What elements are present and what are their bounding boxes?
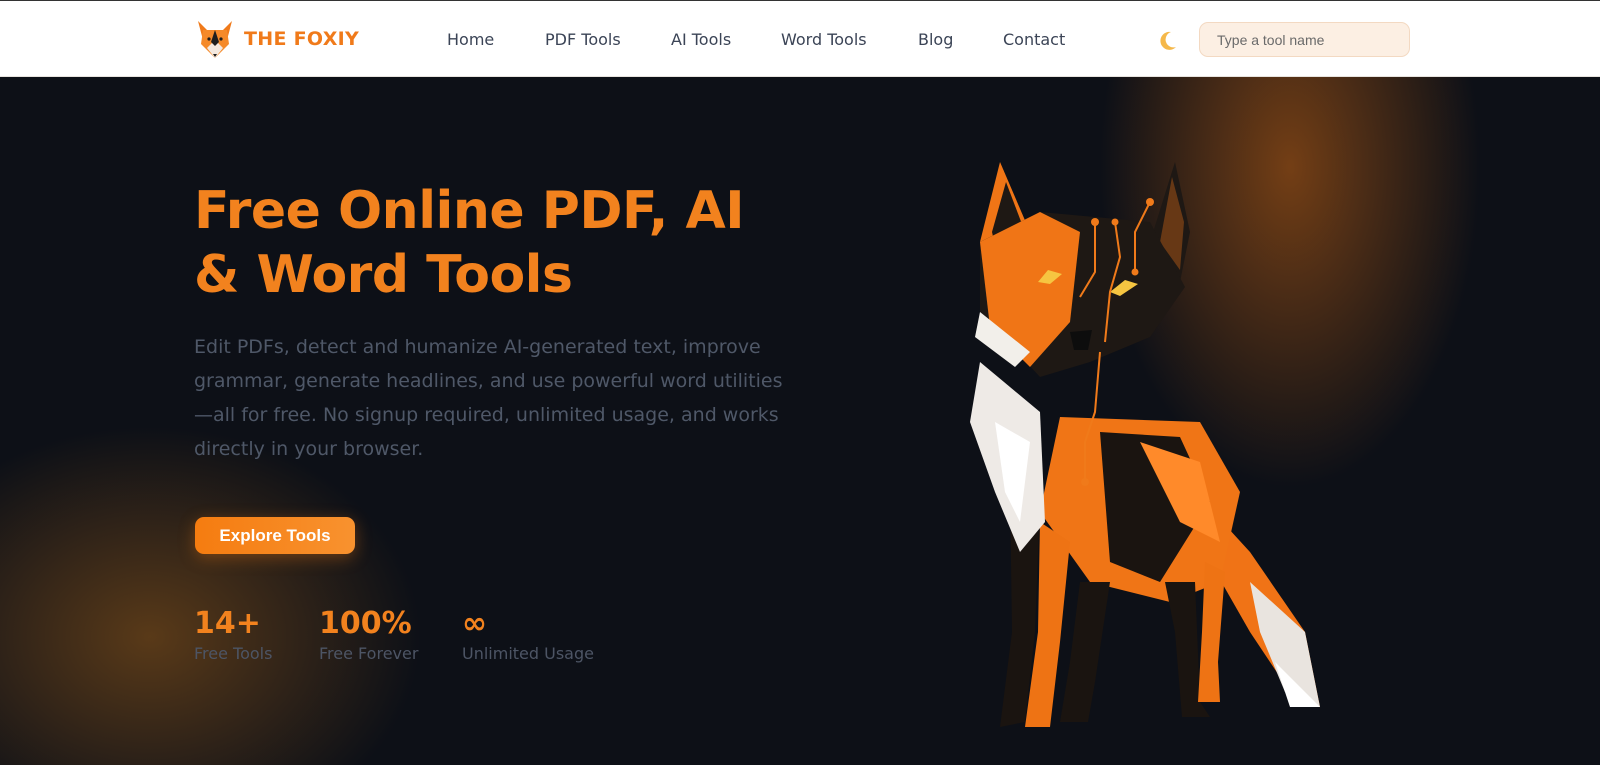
tool-search-input[interactable] [1199,22,1410,57]
stat-value: 14+ [194,606,261,641]
brand-name: THE FOXIY [244,28,360,50]
site-header: THE FOXIY Home PDF Tools AI Tools Word T… [0,0,1600,77]
stat-free-forever: 100% Free Forever [319,606,419,664]
stat-label: Free Forever [319,644,419,663]
nav-ai-tools[interactable]: AI Tools [671,30,731,49]
hero-section: Free Online PDF, AI & Word Tools Edit PD… [0,77,1600,765]
hero-title: Free Online PDF, AI & Word Tools [194,181,745,305]
stat-label: Unlimited Usage [462,644,594,663]
stat-label: Free Tools [194,644,273,663]
nav-pdf-tools[interactable]: PDF Tools [545,30,621,49]
fox-logo-icon [198,21,232,58]
nav-contact[interactable]: Contact [1003,30,1065,49]
hero-description: Edit PDFs, detect and humanize AI-genera… [194,336,783,460]
fox-illustration [970,162,1320,727]
theme-toggle-button[interactable] [1156,30,1178,52]
stat-free-tools: 14+ Free Tools [194,606,273,664]
nav-word-tools[interactable]: Word Tools [781,30,867,49]
stat-value: 100% [319,606,412,641]
nav-home[interactable]: Home [447,30,494,49]
moon-icon [1158,31,1176,50]
stat-value: ∞ [462,606,487,641]
nav-blog[interactable]: Blog [918,30,953,49]
explore-tools-button[interactable]: Explore Tools [195,517,355,554]
brand-logo[interactable]: THE FOXIY [195,18,359,60]
stat-unlimited-usage: ∞ Unlimited Usage [462,606,594,664]
